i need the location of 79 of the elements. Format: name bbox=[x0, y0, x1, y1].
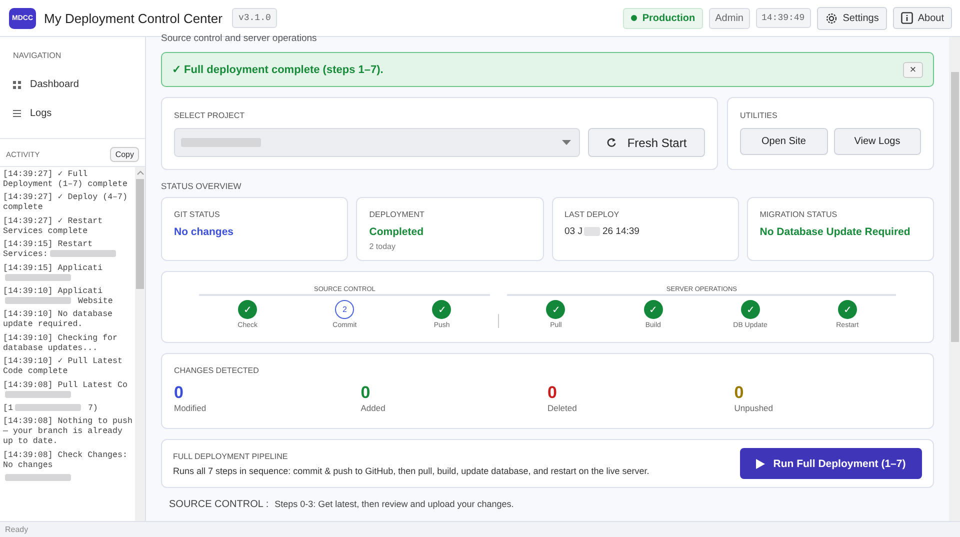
log-entry: [14:39:27] ✓ Full Deployment (1–7) complete bbox=[3, 170, 128, 189]
log-entry: Website bbox=[76, 296, 113, 306]
play-icon bbox=[756, 458, 766, 468]
refresh-icon bbox=[606, 137, 618, 148]
status-value: Completed bbox=[369, 226, 424, 238]
step-indicator: ✓ bbox=[546, 300, 566, 319]
card-label: UTILITIES bbox=[740, 111, 778, 120]
list-icon bbox=[13, 110, 21, 117]
status-text: Ready bbox=[5, 524, 28, 534]
settings-icon bbox=[824, 12, 838, 24]
log-entry: [14:39:10] Checking for database updates... bbox=[3, 334, 118, 353]
log-entry: [14:39:15] Applicati bbox=[3, 264, 103, 273]
pipeline-description: Runs all 7 steps in sequence: commit & push to GitHub, then pull, build, update database, and restart on the live server. bbox=[173, 466, 650, 476]
status-value: 26 14:39 bbox=[602, 226, 640, 237]
change-label: Added bbox=[360, 403, 386, 413]
copy-button[interactable]: Copy bbox=[110, 147, 139, 162]
card-label: GIT STATUS bbox=[174, 210, 221, 219]
nav-item[interactable]: Dashboard bbox=[0, 70, 145, 99]
change-count: 0 bbox=[360, 384, 372, 401]
environment-badge: Production bbox=[623, 8, 704, 28]
fresh-start-button[interactable]: Fresh Start bbox=[588, 128, 705, 157]
card-label: MIGRATION STATUS bbox=[760, 210, 838, 219]
change-count: 0 bbox=[548, 384, 558, 401]
grid-icon bbox=[13, 80, 21, 88]
status-value: No changes bbox=[174, 226, 234, 238]
card-label: CHANGES DETECTED bbox=[174, 366, 260, 375]
clock-badge: 14:39:49 bbox=[756, 8, 811, 28]
dropdown-caret-icon bbox=[562, 140, 571, 145]
project-dropdown[interactable] bbox=[174, 128, 580, 157]
status-value: No Database Update Required bbox=[760, 226, 910, 238]
log-entry: [14:39:08] Nothing to push — your branch is already up to date. bbox=[3, 417, 132, 446]
log-entry: [1 bbox=[3, 404, 13, 413]
scrollbar[interactable] bbox=[135, 167, 145, 521]
app-title: My Deployment Control Center bbox=[44, 10, 222, 26]
card-label: DEPLOYMENT bbox=[369, 210, 426, 219]
log-entry: [14:39:08] Check Changes: No changes bbox=[3, 450, 128, 470]
log-entry: [14:39:27] ✓ Restart Services complete bbox=[3, 216, 103, 236]
card-label: SELECT PROJECT bbox=[174, 111, 246, 120]
step-indicator: ✓ bbox=[432, 300, 452, 319]
step-indicator: ✓ bbox=[838, 300, 857, 319]
change-count: 0 bbox=[734, 384, 745, 401]
step-indicator: 2 bbox=[335, 300, 354, 319]
scrollbar[interactable] bbox=[949, 37, 960, 521]
section-heading: STATUS OVERVIEW bbox=[161, 181, 242, 191]
log-entry: [14:39:15] Restart Services: bbox=[3, 240, 93, 260]
info-icon bbox=[900, 12, 913, 24]
section-heading: SOURCE CONTROL : bbox=[169, 499, 269, 510]
nav-item[interactable]: Logs bbox=[0, 99, 145, 128]
change-label: Deleted bbox=[548, 403, 578, 413]
utility-button[interactable]: View Logs bbox=[834, 128, 921, 155]
log-entry: [14:39:10] No database update required. bbox=[3, 310, 113, 330]
utility-button[interactable]: Open Site bbox=[740, 128, 828, 155]
role-badge: Admin bbox=[709, 8, 750, 28]
scroll-up-icon bbox=[136, 170, 144, 175]
settings-button[interactable]: Settings bbox=[816, 6, 887, 30]
card-label: LAST DEPLOY bbox=[564, 210, 620, 219]
log-entry: [14:39:27] ✓ Deploy (4–7) complete bbox=[3, 193, 128, 212]
change-label: Modified bbox=[174, 403, 208, 413]
section-description: Steps 0-3: Get latest, then review and upload your changes. bbox=[274, 499, 514, 509]
alert-message: ✓ Full deployment complete (steps 1–7). bbox=[172, 63, 384, 76]
step-indicator: ✓ bbox=[740, 300, 760, 319]
status-note: 2 today bbox=[369, 242, 396, 251]
about-button[interactable]: About bbox=[892, 7, 952, 29]
log-entry: [14:39:10] Applicati bbox=[3, 286, 103, 296]
change-count: 0 bbox=[174, 384, 184, 401]
status-value: 03 J bbox=[564, 226, 582, 237]
log-entry: 7) bbox=[86, 404, 98, 413]
change-label: Unpushed bbox=[734, 403, 774, 413]
section-label: NAVIGATION bbox=[12, 50, 62, 62]
close-button[interactable]: × bbox=[903, 62, 923, 78]
step-indicator: ✓ bbox=[644, 300, 663, 319]
card-label: FULL DEPLOYMENT PIPELINE bbox=[173, 452, 289, 460]
log-entry: [14:39:10] ✓ Pull Latest Code complete bbox=[3, 357, 123, 376]
log-entry: [14:39:08] Pull Latest Co bbox=[3, 380, 128, 390]
page-subtitle: Source control and server operations bbox=[161, 33, 318, 43]
version-badge: v3.1.0 bbox=[232, 8, 277, 28]
run-deployment-button[interactable]: Run Full Deployment (1–7) bbox=[740, 448, 922, 479]
step-indicator: ✓ bbox=[238, 300, 258, 319]
status-dot-icon bbox=[631, 15, 638, 21]
